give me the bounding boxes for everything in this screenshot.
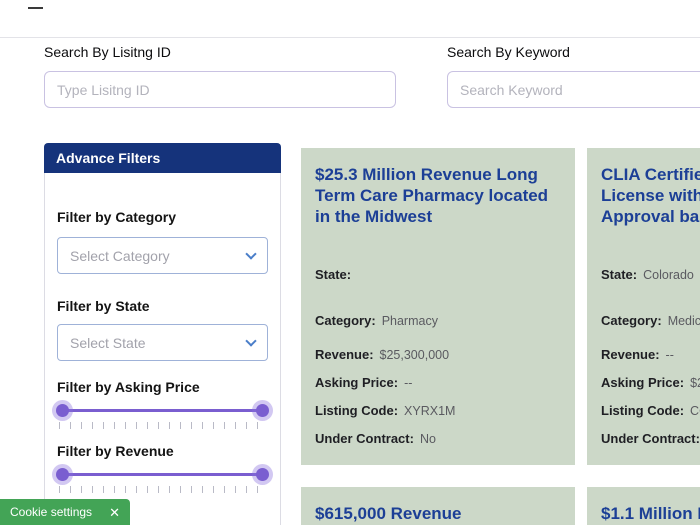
top-dash xyxy=(28,7,43,9)
listing-card[interactable]: $25.3 Million Revenue Long Term Care Pha… xyxy=(301,148,575,465)
asking-price-row: Asking Price: -- xyxy=(315,375,561,391)
under-contract-row: Under Contract: xyxy=(601,431,700,447)
listing-code-label: Listing Code: xyxy=(315,403,398,418)
revenue-range-slider[interactable] xyxy=(59,467,266,481)
listing-title: $25.3 Million Revenue Long Term Care Pha… xyxy=(315,164,561,227)
advance-filters-body: Filter by Category Select Category Filte… xyxy=(44,173,281,525)
asking-price-min-handle[interactable] xyxy=(56,404,69,417)
listing-code-value: COL xyxy=(690,404,700,418)
listing-card[interactable]: CLIA Certified License with Approval bas… xyxy=(587,148,700,465)
under-contract-row: Under Contract: No xyxy=(315,431,561,447)
listing-title: $615,000 Revenue xyxy=(315,503,561,524)
revenue-slider-ticks xyxy=(59,486,266,493)
cookie-settings-label: Cookie settings xyxy=(10,505,92,519)
cookie-settings-bar[interactable]: Cookie settings ✕ xyxy=(0,499,130,525)
chevron-down-icon xyxy=(245,335,256,346)
under-contract-label: Under Contract: xyxy=(601,431,700,446)
slider-track xyxy=(59,409,266,412)
advance-filters-header: Advance Filters xyxy=(44,143,281,173)
state-label: State: xyxy=(601,267,637,282)
asking-price-max-handle[interactable] xyxy=(256,404,269,417)
category-select-value: Select Category xyxy=(70,248,170,264)
under-contract-label: Under Contract: xyxy=(315,431,414,446)
asking-price-label: Asking Price: xyxy=(601,375,684,390)
header-divider xyxy=(0,37,700,38)
revenue-row: Revenue: $25,300,000 xyxy=(315,347,561,363)
listing-title: $1.1 Million R xyxy=(601,503,700,524)
category-label: Category: xyxy=(601,313,662,328)
listing-card[interactable]: $1.1 Million R xyxy=(587,487,700,525)
asking-price-value: $225,000 xyxy=(690,376,700,390)
state-row: State: Colorado xyxy=(601,267,700,283)
revenue-value: $25,300,000 xyxy=(380,348,450,362)
listing-card[interactable]: $615,000 Revenue xyxy=(301,487,575,525)
asking-price-row: Asking Price: $225,000 xyxy=(601,375,700,391)
advance-filters-panel: Advance Filters Filter by Category Selec… xyxy=(44,143,281,525)
chevron-down-icon xyxy=(245,248,256,259)
revenue-row: Revenue: -- xyxy=(601,347,700,363)
listing-code-value: XYRX1M xyxy=(404,404,455,418)
revenue-max-handle[interactable] xyxy=(256,468,269,481)
filter-by-category-label: Filter by Category xyxy=(57,209,268,225)
filter-by-asking-price-label: Filter by Asking Price xyxy=(57,379,268,395)
category-select[interactable]: Select Category xyxy=(57,237,268,274)
filter-by-revenue-label: Filter by Revenue xyxy=(57,443,268,459)
listing-code-row: Listing Code: XYRX1M xyxy=(315,403,561,419)
revenue-label: Revenue: xyxy=(315,347,374,362)
state-value: Colorado xyxy=(643,268,694,282)
asking-price-label: Asking Price: xyxy=(315,375,398,390)
filter-by-state-label: Filter by State xyxy=(57,298,268,314)
state-select-value: Select State xyxy=(70,335,146,351)
category-value: Medical xyxy=(668,314,700,328)
asking-price-range-slider[interactable] xyxy=(59,403,266,417)
asking-price-value: -- xyxy=(404,376,412,390)
slider-track xyxy=(59,473,266,476)
listing-code-row: Listing Code: COL xyxy=(601,403,700,419)
category-value: Pharmacy xyxy=(382,314,438,328)
listing-id-input[interactable] xyxy=(44,71,396,108)
under-contract-value: No xyxy=(420,432,436,446)
page: Search By Lisitng ID Search By Keyword A… xyxy=(0,0,700,525)
category-row: Category: Pharmacy xyxy=(315,313,561,329)
category-label: Category: xyxy=(315,313,376,328)
revenue-value: -- xyxy=(666,348,674,362)
revenue-min-handle[interactable] xyxy=(56,468,69,481)
search-by-listing-id-label: Search By Lisitng ID xyxy=(44,44,171,60)
state-select[interactable]: Select State xyxy=(57,324,268,361)
keyword-input[interactable] xyxy=(447,71,700,108)
state-row: State: xyxy=(315,267,561,283)
close-icon[interactable]: ✕ xyxy=(109,506,120,519)
revenue-label: Revenue: xyxy=(601,347,660,362)
search-by-keyword-label: Search By Keyword xyxy=(447,44,570,60)
asking-price-slider-ticks xyxy=(59,422,266,429)
state-label: State: xyxy=(315,267,351,282)
category-row: Category: Medical xyxy=(601,313,700,329)
listing-code-label: Listing Code: xyxy=(601,403,684,418)
listing-title: CLIA Certified License with Approval bas xyxy=(601,164,700,227)
